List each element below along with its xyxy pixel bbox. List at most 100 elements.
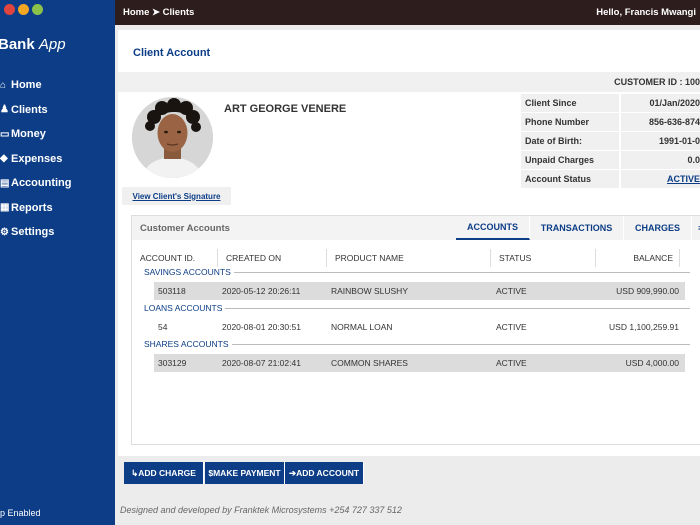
cell-account-id: 303129 (158, 358, 187, 368)
sidebar-item-label: Expenses (11, 152, 63, 165)
gear-icon: ⚙ (0, 226, 9, 238)
brand-main: Bank (0, 36, 35, 53)
cell-status: ACTIVE (496, 358, 527, 368)
info-value: 0.0 (621, 151, 700, 169)
info-label: Date of Birth: (521, 132, 619, 150)
sidebar-item-money[interactable]: ▭ Money (0, 122, 115, 147)
page-title: Client Account (133, 47, 211, 59)
cell-product-name: COMMON SHARES (331, 358, 408, 368)
group-label-savings: SAVINGS ACCOUNTS (144, 267, 690, 277)
info-value: 856-636-874 (621, 113, 700, 131)
info-row-account-status: Account Status ACTIVE (521, 170, 700, 189)
cell-account-id: 503118 (158, 286, 186, 296)
info-label: Unpaid Charges (521, 151, 619, 169)
info-row-phone: Phone Number 856-636-874 (521, 113, 700, 132)
sidebar-item-settings[interactable]: ⚙ Settings (0, 220, 115, 245)
client-photo (132, 97, 213, 178)
sidebar-item-label: Home (11, 79, 42, 92)
make-payment-button[interactable]: $ MAKE PAYMENT (205, 462, 285, 484)
info-value: 1991-01-0 (621, 132, 700, 150)
sidebar-item-label: Reports (11, 201, 53, 214)
group-label-loans: LOANS ACCOUNTS (144, 303, 690, 313)
group-label-text: SAVINGS ACCOUNTS (144, 267, 231, 277)
cell-balance: USD 1,100,259.91 (609, 322, 679, 332)
action-bar: ↳ ADD CHARGE $ MAKE PAYMENT ➔ ADD ACCOUNT (118, 456, 700, 490)
breadcrumb: Home ➤ Clients (123, 7, 194, 18)
add-account-button[interactable]: ➔ ADD ACCOUNT (285, 462, 364, 484)
table-row[interactable]: 303129 2020-08-07 21:02:41 COMMON SHARES… (154, 354, 685, 372)
button-label: ADD ACCOUNT (296, 468, 360, 478)
column-header: ACCOUNT ID. (132, 249, 218, 267)
minimize-window-icon[interactable] (18, 4, 29, 15)
sidebar-item-clients[interactable]: ♟ Clients (0, 98, 115, 123)
client-info-table: Client Since 01/Jan/2020 Phone Number 85… (521, 94, 700, 189)
table-row[interactable]: 54 2020-08-01 20:30:51 NORMAL LOAN ACTIV… (154, 318, 685, 336)
table-row[interactable]: 503118 2020-05-12 20:26:11 RAINBOW SLUSH… (154, 282, 685, 300)
button-label: MAKE PAYMENT (213, 468, 281, 478)
group-label-text: SHARES ACCOUNTS (144, 339, 229, 349)
breadcrumb-current: Clients (162, 7, 195, 18)
sidebar-item-reports[interactable]: ▦ Reports (0, 196, 115, 221)
tab-accounts[interactable]: ACCOUNTS (456, 216, 530, 240)
info-value: 01/Jan/2020 (621, 94, 700, 112)
app-logo: Bank App (0, 36, 66, 53)
info-label: Client Since (521, 94, 619, 112)
button-label: ADD CHARGE (138, 468, 196, 478)
tab-transactions[interactable]: TRANSACTIONS (530, 216, 624, 240)
sidebar-item-label: Clients (11, 103, 48, 116)
users-icon: ♟ (0, 104, 9, 116)
column-header: CREATED ON (218, 249, 327, 267)
sidebar-item-label: Settings (11, 226, 55, 239)
sidebar: Bank App ⌂ Home ♟ Clients ▭ Money ◆ Expenses… (0, 0, 115, 525)
user-greeting: Hello, Francis Mwangi (596, 7, 696, 18)
sidebar-item-accounting[interactable]: ▤ Accounting (0, 171, 115, 196)
cell-created-on: 2020-05-12 20:26:11 (222, 286, 301, 296)
cell-balance: USD 4,000.00 (625, 358, 679, 368)
info-row-client-since: Client Since 01/Jan/2020 (521, 94, 700, 113)
cell-status: ACTIVE (496, 322, 527, 332)
card-title: Customer Accounts (140, 223, 230, 234)
sidebar-item-home[interactable]: ⌂ Home (0, 73, 115, 98)
sidebar-item-label: Money (11, 128, 46, 141)
column-header: PRODUCT NAME (327, 249, 491, 267)
sidebar-nav: ⌂ Home ♟ Clients ▭ Money ◆ Expenses ▤ Account… (0, 73, 115, 245)
view-signature-button[interactable]: View Client's Signature (122, 187, 231, 205)
group-label-text: LOANS ACCOUNTS (144, 303, 223, 313)
divider (233, 271, 690, 273)
sidebar-item-expenses[interactable]: ◆ Expenses (0, 147, 115, 172)
customer-id: CUSTOMER ID : 100 (118, 72, 700, 92)
info-label: Phone Number (521, 113, 619, 131)
top-bar: Home ➤ Clients Hello, Francis Mwangi (115, 0, 700, 25)
cell-balance: USD 909,990.00 (616, 286, 679, 296)
divider (231, 343, 690, 345)
client-name: ART GEORGE VENERE (224, 103, 347, 115)
add-charge-button[interactable]: ↳ ADD CHARGE (124, 462, 204, 484)
tab-more-icon[interactable]: ≡ (692, 216, 700, 240)
card-header: Customer Accounts ACCOUNTS TRANSACTIONS … (132, 216, 700, 240)
divider (225, 307, 690, 309)
cell-created-on: 2020-08-07 21:02:41 (222, 358, 301, 368)
close-window-icon[interactable] (4, 4, 15, 15)
cell-created-on: 2020-08-01 20:30:51 (222, 322, 301, 332)
sidebar-footer: ip Enabled (0, 508, 41, 518)
account-status-link[interactable]: ACTIVE (621, 170, 700, 188)
cell-product-name: NORMAL LOAN (331, 322, 393, 332)
breadcrumb-home[interactable]: Home (123, 7, 149, 18)
reports-icon: ▦ (0, 202, 10, 214)
accounting-icon: ▤ (0, 177, 10, 189)
home-icon: ⌂ (0, 79, 7, 91)
column-header: BALANCE (596, 249, 680, 267)
info-row-unpaid-charges: Unpaid Charges 0.0 (521, 151, 700, 170)
cell-status: ACTIVE (496, 286, 527, 296)
window-controls (4, 4, 43, 15)
table-header: ACCOUNT ID. CREATED ON PRODUCT NAME STAT… (132, 249, 700, 267)
info-label: Account Status (521, 170, 619, 188)
avatar (132, 97, 213, 178)
arrow-right-icon: ➔ (288, 467, 297, 478)
column-header: STATUS (491, 249, 596, 267)
tab-charges[interactable]: CHARGES (624, 216, 692, 240)
maximize-window-icon[interactable] (32, 4, 43, 15)
breadcrumb-separator-icon: ➤ (152, 7, 161, 18)
money-icon: ▭ (0, 128, 10, 140)
group-label-shares: SHARES ACCOUNTS (144, 339, 690, 349)
